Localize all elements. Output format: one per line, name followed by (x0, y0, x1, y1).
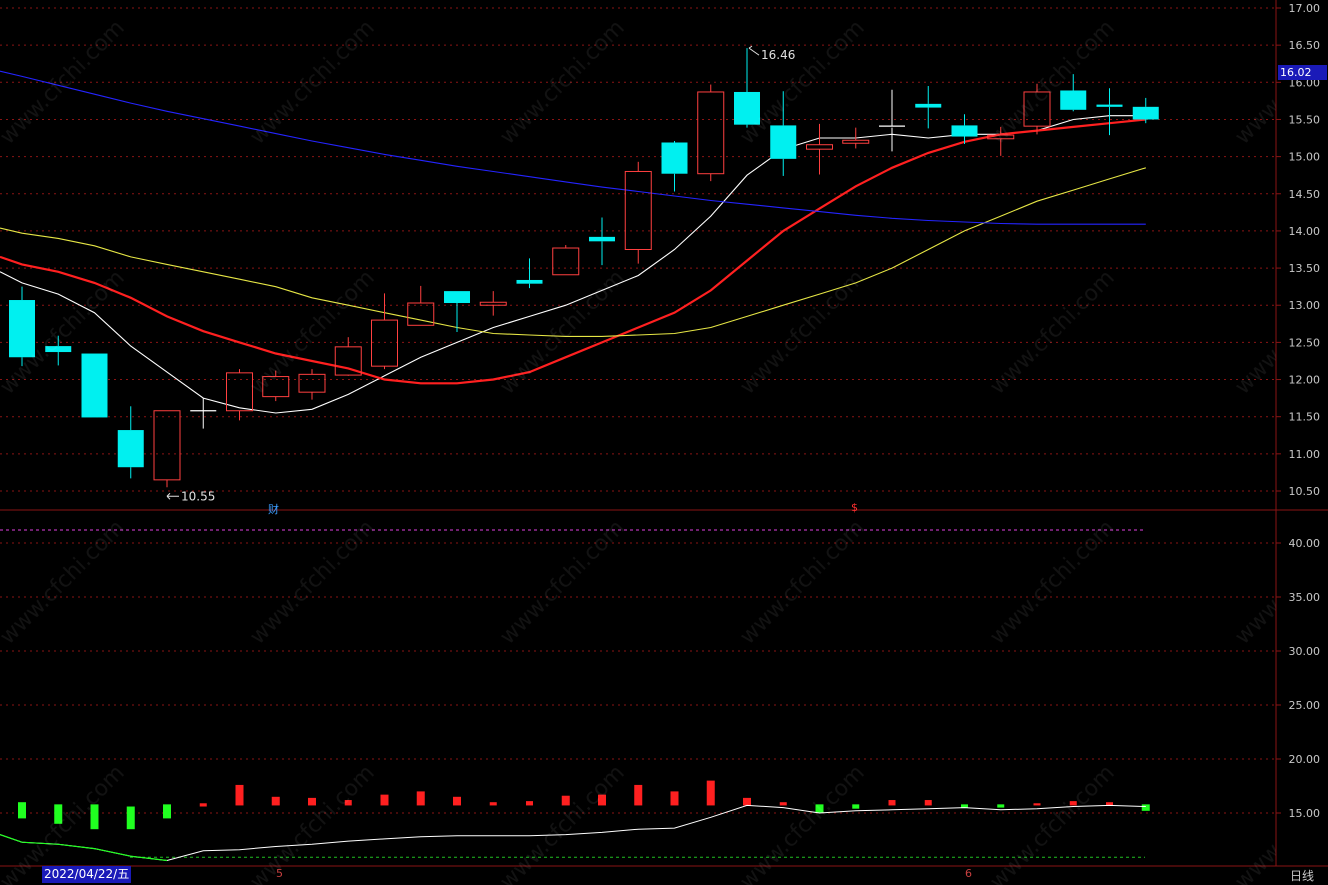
indicator-bar (90, 804, 99, 830)
indicator-bar (163, 804, 171, 819)
price-tick-label: 14.00 (1289, 225, 1321, 238)
indicator-bar (634, 784, 643, 806)
indicator-bar (1033, 803, 1041, 806)
candle-body (1023, 91, 1051, 127)
candle-body (770, 125, 797, 159)
indicator-bar (852, 804, 860, 809)
candle-body (45, 346, 72, 353)
price-tick-label: 16.50 (1289, 39, 1321, 52)
candle-body (915, 103, 942, 108)
price-tick-label: 13.50 (1289, 262, 1321, 275)
candle-body (479, 301, 507, 306)
price-tick-label: 14.50 (1289, 188, 1321, 201)
indicator-tick-label: 15.00 (1289, 807, 1321, 820)
low-arrow (166, 492, 179, 500)
dividend-marker[interactable]: $ (851, 501, 858, 514)
indicator-bar (598, 794, 606, 806)
candle-body (589, 236, 615, 242)
indicator-tick-label: 40.00 (1289, 537, 1321, 550)
indicator-bar (561, 795, 570, 806)
indicator-bar (815, 804, 824, 813)
candle-body (842, 139, 870, 144)
price-tick-label: 10.50 (1289, 485, 1321, 498)
indicator-line-low-segment (0, 834, 168, 862)
candle-body (951, 125, 978, 137)
candle-body (9, 300, 35, 358)
candle-body (1060, 90, 1087, 110)
candle-body (444, 291, 470, 304)
indicator-bar (670, 791, 679, 806)
low-price-label: 10.55 (181, 489, 215, 503)
indicator-tick-label: 30.00 (1289, 645, 1321, 658)
indicator-bar (1069, 801, 1077, 806)
price-tick-label: 13.00 (1289, 299, 1321, 312)
indicator-bar (779, 802, 787, 806)
price-tick-label: 15.50 (1289, 113, 1321, 126)
candle-body (1096, 104, 1123, 107)
indicator-bar (54, 804, 63, 824)
candle-body (734, 91, 760, 125)
price-tick-label: 17.00 (1289, 2, 1321, 15)
candle-body (516, 279, 543, 284)
date-cursor-label: 2022/04/22/五 (42, 866, 132, 883)
indicator-bar (997, 804, 1005, 808)
indicator-tick-label: 20.00 (1289, 753, 1321, 766)
candle-body (81, 353, 108, 418)
indicator-bar (344, 800, 352, 806)
candle-body (552, 247, 580, 276)
price-tick-label: 15.00 (1289, 151, 1321, 164)
indicator-bar (271, 796, 280, 806)
price-tick-label: 11.50 (1289, 411, 1321, 424)
moving-average-ma60 (0, 70, 1146, 225)
indicator-bar (453, 796, 461, 806)
candle-body (1132, 106, 1159, 120)
high-arrow (748, 45, 760, 56)
indicator-bar (924, 800, 932, 806)
candle-body (262, 376, 290, 398)
indicator-line (0, 804, 1146, 862)
indicator-bar (743, 797, 751, 806)
month-label-may: 5 (276, 867, 283, 880)
price-tick-label: 12.50 (1289, 336, 1321, 349)
moving-average-ma10 (0, 118, 1146, 385)
stock-chart: 10.50 11.00 11.50 12.00 12.50 13.00 13.50 14.00… (0, 0, 1328, 867)
price-tick-label: 12.00 (1289, 374, 1321, 387)
candle-body (153, 410, 181, 481)
indicator-tick-label: 25.00 (1289, 699, 1321, 712)
high-price-label: 16.46 (761, 48, 795, 62)
moving-average-ma5 (0, 115, 1146, 414)
moving-average-ma20 (0, 167, 1146, 337)
candle-body (371, 319, 398, 367)
indicator-bar (416, 791, 425, 806)
current-price-tag: 16.02 (1278, 65, 1327, 80)
candle-body (624, 170, 652, 251)
candle-body (806, 144, 833, 150)
indicator-bar (526, 801, 533, 806)
indicator-bar (706, 780, 715, 806)
price-tick-label: 11.00 (1289, 448, 1321, 461)
indicator-bar (18, 802, 26, 819)
indicator-bar (1141, 804, 1150, 811)
indicator-bar (126, 806, 135, 830)
indicator-bar (380, 794, 389, 806)
indicator-bar (489, 802, 497, 806)
indicator-bar (308, 797, 316, 806)
indicator-bar (235, 784, 244, 806)
indicator-bar (199, 803, 207, 807)
month-label-june: 6 (965, 867, 972, 880)
candle-body (697, 91, 725, 175)
candle-body (661, 142, 688, 174)
indicator-tick-label: 35.00 (1289, 591, 1321, 604)
financial-report-marker[interactable]: 财 (268, 501, 279, 517)
period-type-label[interactable]: 日线 (1290, 867, 1314, 884)
candle-body (298, 373, 326, 393)
indicator-bar (888, 800, 896, 806)
candle-body (117, 430, 144, 468)
